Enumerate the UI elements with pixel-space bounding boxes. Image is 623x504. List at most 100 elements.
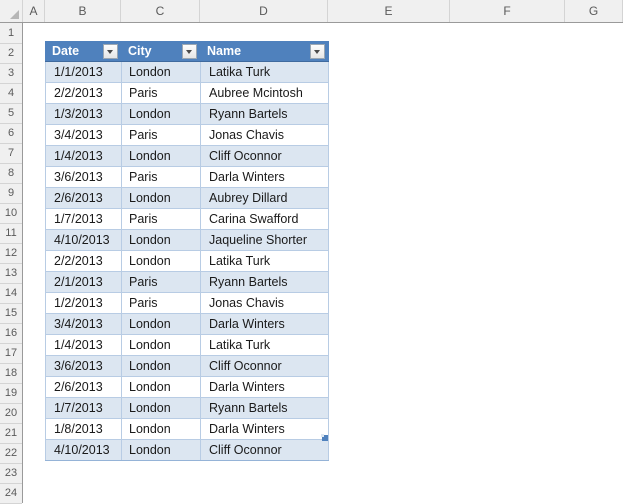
row-header-4[interactable]: 4 [0, 84, 22, 104]
table-cell-date[interactable]: 2/1/2013 [45, 271, 122, 293]
row-header-16[interactable]: 16 [0, 324, 22, 344]
column-header-g[interactable]: G [565, 0, 623, 22]
table-cell-date[interactable]: 1/7/2013 [45, 397, 122, 419]
table-cell-city[interactable]: London [121, 145, 201, 167]
table-row[interactable]: 3/4/2013 Paris Jonas Chavis [45, 124, 329, 146]
table-cell-date[interactable]: 1/4/2013 [45, 145, 122, 167]
row-header-9[interactable]: 9 [0, 184, 22, 204]
row-header-20[interactable]: 20 [0, 404, 22, 424]
table-cell-city[interactable]: London [121, 103, 201, 125]
table-cell-date[interactable]: 1/1/2013 [45, 61, 122, 83]
table-row[interactable]: 1/2/2013 Paris Jonas Chavis [45, 292, 329, 314]
column-header-a[interactable]: A [23, 0, 45, 22]
table-cell-name[interactable]: Darla Winters [200, 166, 329, 188]
column-header-e[interactable]: E [328, 0, 450, 22]
table-cell-city[interactable]: London [121, 313, 201, 335]
table-row[interactable]: 2/6/2013 London Aubrey Dillard [45, 187, 329, 209]
table-cell-date[interactable]: 2/6/2013 [45, 376, 122, 398]
table-row[interactable]: 1/1/2013 London Latika Turk [45, 61, 329, 83]
row-header-17[interactable]: 17 [0, 344, 22, 364]
table-column-header-name[interactable]: Name [200, 41, 329, 62]
table-cell-date[interactable]: 2/2/2013 [45, 82, 122, 104]
table-cell-name[interactable]: Darla Winters [200, 376, 329, 398]
table-cell-name[interactable]: Latika Turk [200, 334, 329, 356]
row-header-7[interactable]: 7 [0, 144, 22, 164]
table-row[interactable]: 1/7/2013 Paris Carina Swafford [45, 208, 329, 230]
table-row[interactable]: 1/3/2013 London Ryann Bartels [45, 103, 329, 125]
table-row[interactable]: 1/8/2013 London Darla Winters [45, 418, 329, 440]
table-row[interactable]: 2/6/2013 London Darla Winters [45, 376, 329, 398]
row-header-24[interactable]: 24 [0, 484, 22, 504]
table-row[interactable]: 1/7/2013 London Ryann Bartels [45, 397, 329, 419]
table-cell-date[interactable]: 1/8/2013 [45, 418, 122, 440]
table-cell-city[interactable]: London [121, 439, 201, 461]
table-column-header-city[interactable]: City [121, 41, 201, 62]
table-cell-date[interactable]: 3/4/2013 [45, 124, 122, 146]
table-cell-date[interactable]: 1/3/2013 [45, 103, 122, 125]
column-header-f[interactable]: F [450, 0, 565, 22]
table-cell-date[interactable]: 3/4/2013 [45, 313, 122, 335]
row-header-8[interactable]: 8 [0, 164, 22, 184]
row-header-5[interactable]: 5 [0, 104, 22, 124]
table-cell-city[interactable]: London [121, 187, 201, 209]
table-cell-name[interactable]: Ryann Bartels [200, 271, 329, 293]
row-header-11[interactable]: 11 [0, 224, 22, 244]
table-row[interactable]: 1/4/2013 London Cliff Oconnor [45, 145, 329, 167]
table-cell-date[interactable]: 3/6/2013 [45, 355, 122, 377]
table-cell-city[interactable]: London [121, 334, 201, 356]
table-cell-city[interactable]: Paris [121, 82, 201, 104]
column-header-d[interactable]: D [200, 0, 328, 22]
filter-dropdown-icon[interactable] [310, 44, 325, 59]
table-cell-city[interactable]: London [121, 376, 201, 398]
table-cell-name[interactable]: Latika Turk [200, 61, 329, 83]
table-cell-date[interactable]: 1/2/2013 [45, 292, 122, 314]
table-column-header-date[interactable]: Date [45, 41, 122, 62]
table-row[interactable]: 2/2/2013 London Latika Turk [45, 250, 329, 272]
table-cell-date[interactable]: 3/6/2013 [45, 166, 122, 188]
table-cell-name[interactable]: Ryann Bartels [200, 103, 329, 125]
row-header-1[interactable]: 1 [0, 24, 22, 44]
table-cell-name[interactable]: Cliff Oconnor [200, 145, 329, 167]
table-cell-name[interactable]: Darla Winters [200, 418, 329, 440]
row-header-13[interactable]: 13 [0, 264, 22, 284]
table-cell-date[interactable]: 4/10/2013 [45, 229, 122, 251]
column-header-c[interactable]: C [121, 0, 200, 22]
table-row[interactable]: 2/2/2013 Paris Aubree Mcintosh [45, 82, 329, 104]
filter-dropdown-icon[interactable] [182, 44, 197, 59]
table-cell-name[interactable]: Cliff Oconnor [200, 355, 329, 377]
row-header-6[interactable]: 6 [0, 124, 22, 144]
table-row[interactable]: 1/4/2013 London Latika Turk [45, 334, 329, 356]
row-header-10[interactable]: 10 [0, 204, 22, 224]
row-header-22[interactable]: 22 [0, 444, 22, 464]
table-cell-city[interactable]: Paris [121, 208, 201, 230]
table-cell-name[interactable]: Darla Winters [200, 313, 329, 335]
table-row[interactable]: 3/6/2013 London Cliff Oconnor [45, 355, 329, 377]
table-cell-city[interactable]: London [121, 397, 201, 419]
row-header-23[interactable]: 23 [0, 464, 22, 484]
table-cell-city[interactable]: London [121, 229, 201, 251]
row-header-19[interactable]: 19 [0, 384, 22, 404]
table-row[interactable]: 4/10/2013 London Jaqueline Shorter [45, 229, 329, 251]
table-cell-city[interactable]: London [121, 355, 201, 377]
filter-dropdown-icon[interactable] [103, 44, 118, 59]
table-cell-date[interactable]: 2/6/2013 [45, 187, 122, 209]
table-row[interactable]: 3/4/2013 London Darla Winters [45, 313, 329, 335]
table-cell-date[interactable]: 4/10/2013 [45, 439, 122, 461]
row-header-14[interactable]: 14 [0, 284, 22, 304]
table-cell-city[interactable]: London [121, 250, 201, 272]
table-cell-name[interactable]: Jaqueline Shorter [200, 229, 329, 251]
row-header-15[interactable]: 15 [0, 304, 22, 324]
table-cell-city[interactable]: Paris [121, 271, 201, 293]
table-row[interactable]: 4/10/2013 London Cliff Oconnor [45, 439, 329, 461]
table-cell-name[interactable]: Ryann Bartels [200, 397, 329, 419]
table-row[interactable]: 3/6/2013 Paris Darla Winters [45, 166, 329, 188]
row-header-3[interactable]: 3 [0, 64, 22, 84]
table-cell-date[interactable]: 1/7/2013 [45, 208, 122, 230]
table-resize-handle-icon[interactable] [321, 434, 328, 441]
table-cell-date[interactable]: 2/2/2013 [45, 250, 122, 272]
table-cell-city[interactable]: Paris [121, 124, 201, 146]
table-cell-city[interactable]: London [121, 418, 201, 440]
table-cell-name[interactable]: Jonas Chavis [200, 292, 329, 314]
table-cell-name[interactable]: Aubree Mcintosh [200, 82, 329, 104]
row-header-21[interactable]: 21 [0, 424, 22, 444]
